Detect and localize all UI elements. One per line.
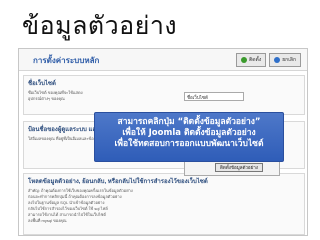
install-button[interactable]: ติดตั้ง xyxy=(236,53,267,67)
install-sample-data-button[interactable]: ติดตั้งข้อมูลตัวอย่าง xyxy=(215,163,263,172)
sample-data-section: โหลดข้อมูลตัวอย่าง, ย้อนกลับ, หรือกลับไป… xyxy=(23,173,305,235)
installer-header: การตั้งค่าระบบหลัก ติดตั้ง ยกเลิก xyxy=(19,49,307,71)
check-icon xyxy=(241,57,248,63)
sample-heading: โหลดข้อมูลตัวอย่าง, ย้อนกลับ, หรือกลับไป… xyxy=(28,179,208,185)
site-name-field-label: ชื่อเว็บไซต์ xyxy=(187,96,208,101)
site-name-field[interactable]: ชื่อเว็บไซต์ xyxy=(184,92,244,101)
callout-line-3: เพื่อใช้ทดสอบการออกแบบพัฒนาเว็บไซต์ xyxy=(114,139,264,149)
sample-desc-6: ลงพื้นที่ mysql ของคุณ xyxy=(28,218,67,223)
callout-box: สามารถคลิกปุ่ม “ติดตั้งข้อมูลตัวอย่าง” เ… xyxy=(94,112,284,162)
callout-line-1: สามารถคลิกปุ่ม “ติดตั้งข้อมูลตัวอย่าง” xyxy=(117,117,261,127)
callout-line-2: เพื่อให้ Joomla ติดตั้งข้อมูลตัวอย่าง xyxy=(122,128,256,138)
installer-title: การตั้งค่าระบบหลัก xyxy=(33,56,100,65)
cancel-button[interactable]: ยกเลิก xyxy=(269,53,301,67)
header-buttons: ติดตั้ง ยกเลิก xyxy=(236,53,301,67)
site-name-heading: ชื่อเว็บไซต์ xyxy=(28,81,56,87)
site-name-desc-2: อุปกรณ์ต่างๆ ของคุณ xyxy=(28,96,65,101)
cancel-icon xyxy=(274,57,281,63)
site-name-section: ชื่อเว็บไซต์ ชื่อเว็บไซต์ ของคุณที่จะใช้… xyxy=(23,75,305,115)
cancel-button-label: ยกเลิก xyxy=(282,57,296,63)
slide-title: ข้อมูลตัวอย่าง xyxy=(22,11,178,40)
install-button-label: ติดตั้ง xyxy=(249,57,262,63)
